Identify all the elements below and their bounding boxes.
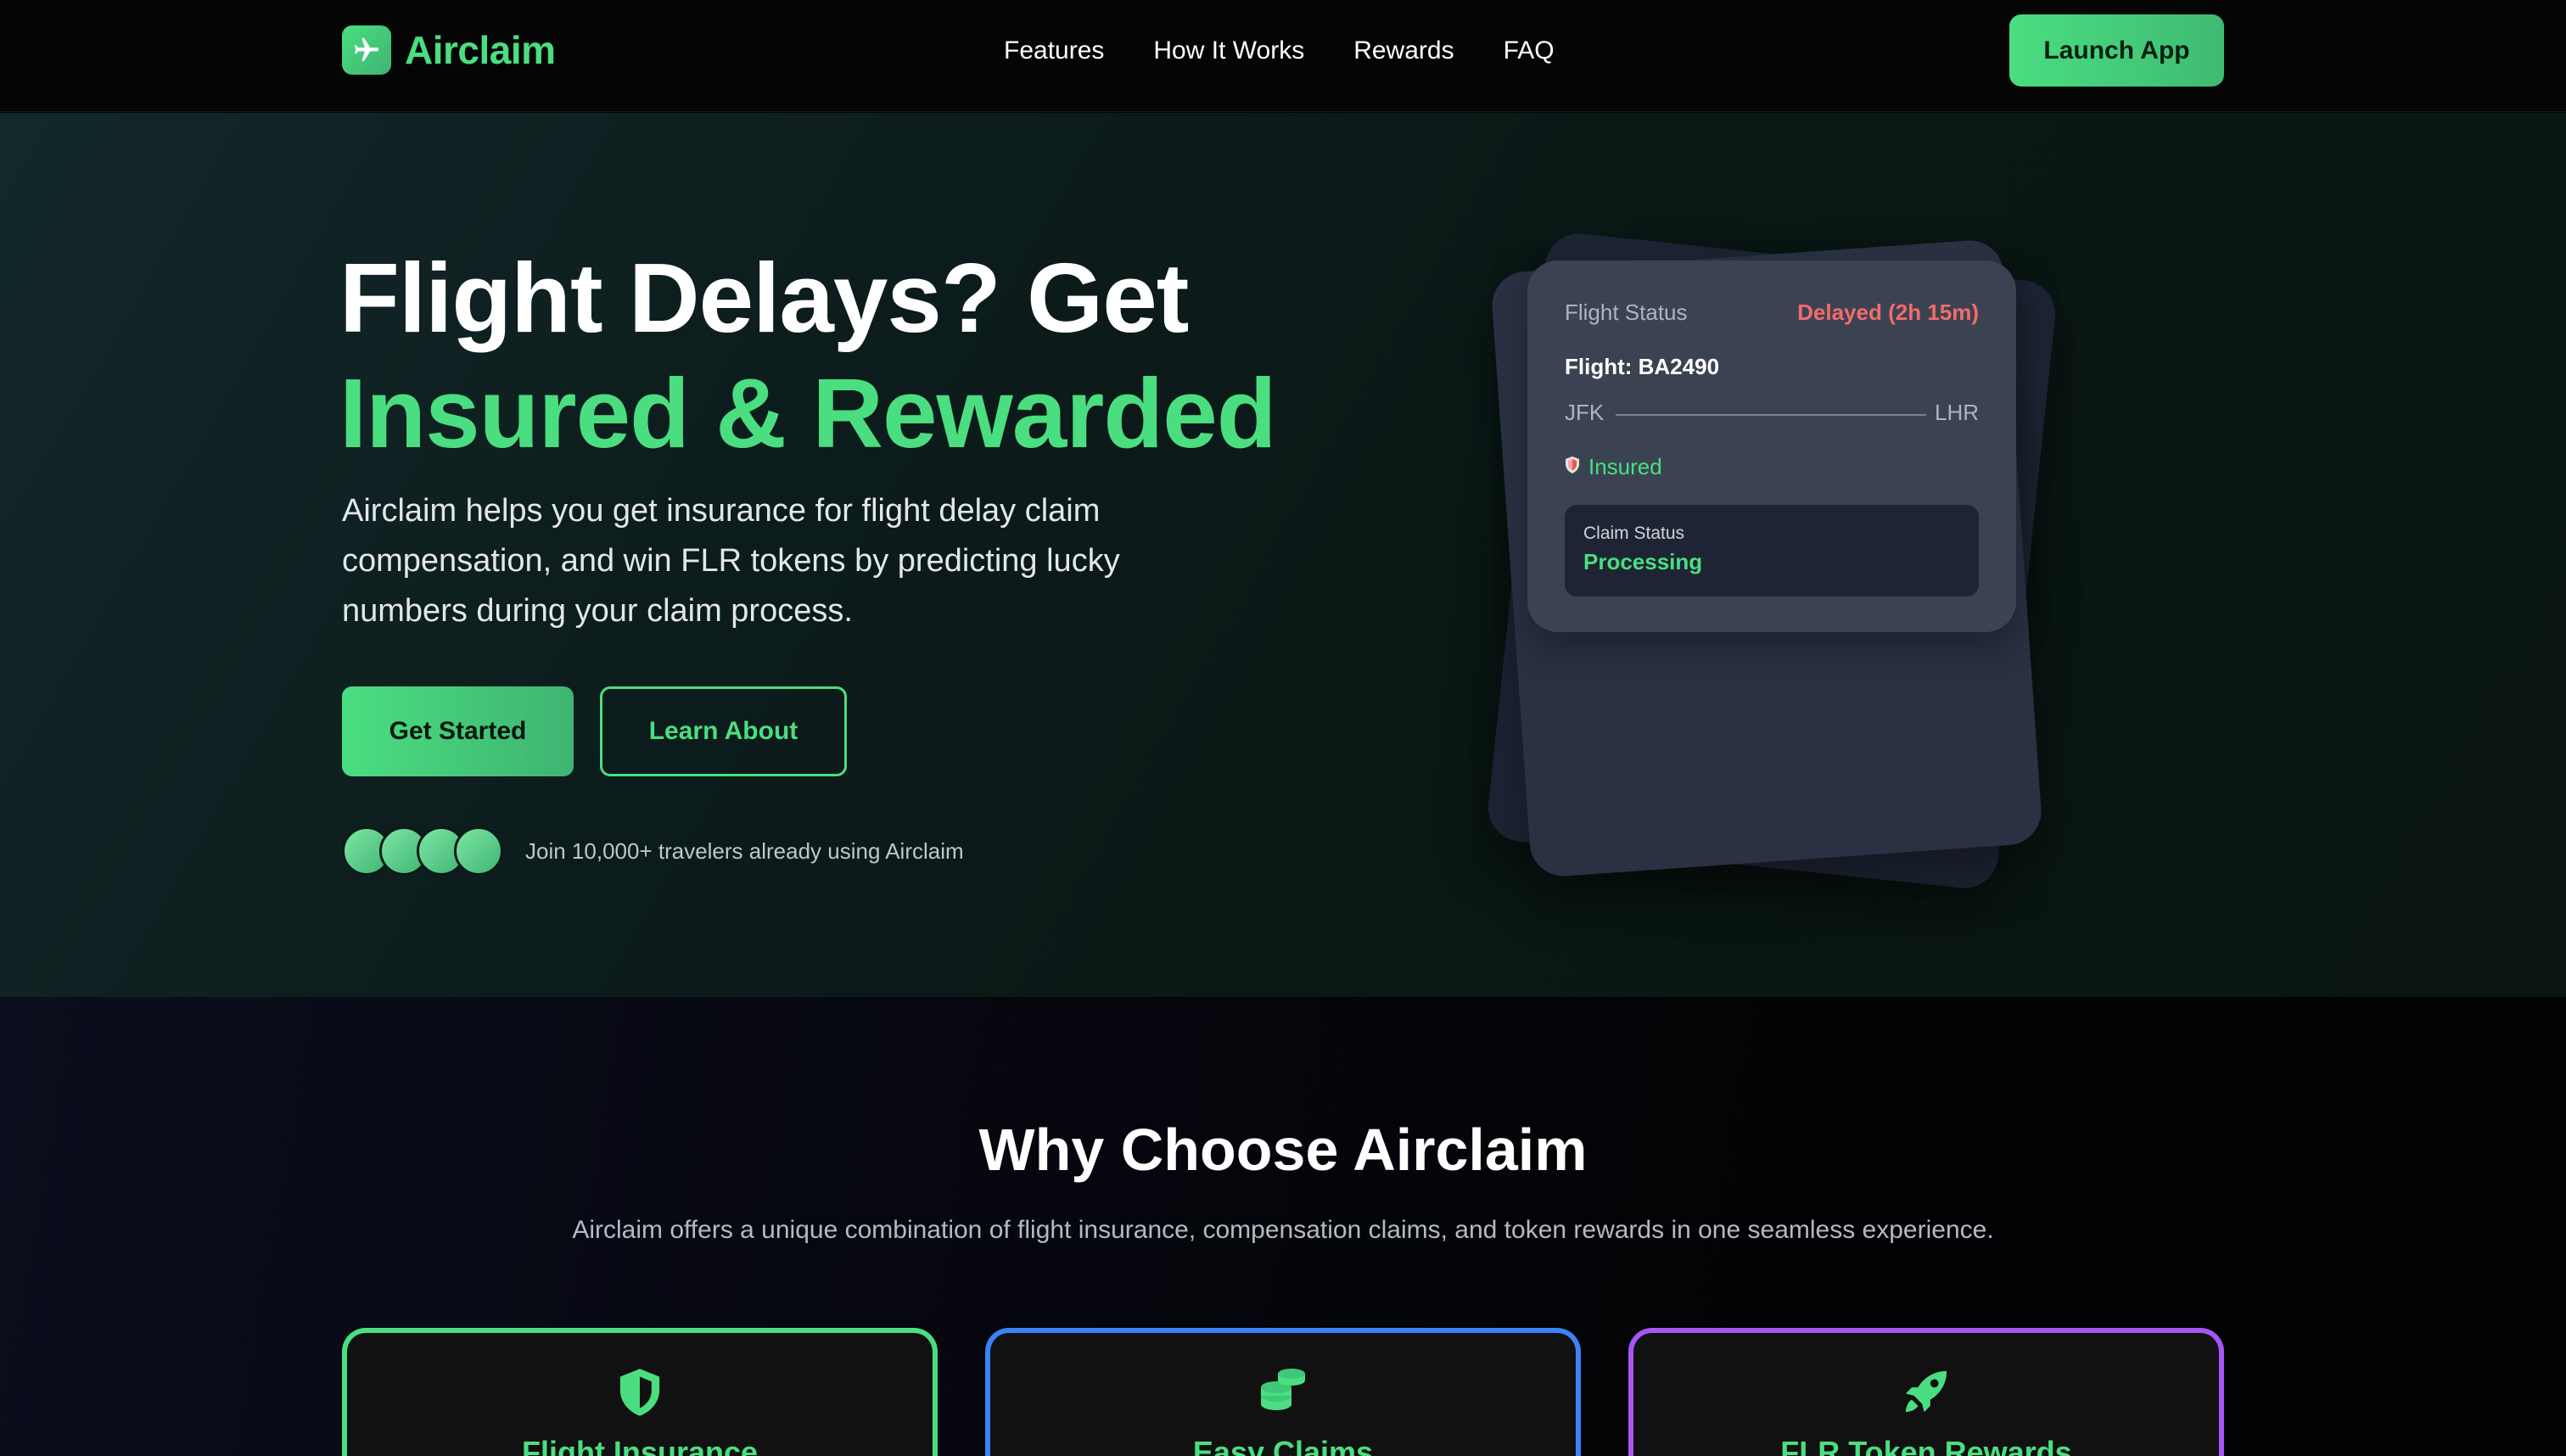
nav-link-faq[interactable]: FAQ [1504,32,1555,70]
feature-card-rewards[interactable]: FLR Token Rewards [1628,1328,2224,1456]
insured-badge: Insured [1565,454,1662,480]
learn-about-button[interactable]: Learn About [600,686,847,776]
feature-name: Easy Claims [1192,1435,1374,1456]
brand-name: Airclaim [405,28,556,72]
feature-name: Flight Insurance [521,1435,759,1456]
nav-link-how-it-works[interactable]: How It Works [1153,32,1304,70]
hero-title-line1: Flight Delays? Get [339,243,1189,353]
features-subtitle: Airclaim offers a unique combination of … [572,1216,1994,1244]
feature-card-claims[interactable]: Easy Claims [985,1328,1581,1456]
feature-card-insurance[interactable]: Flight Insurance [342,1328,938,1456]
nav-link-rewards[interactable]: Rewards [1353,32,1454,70]
claim-status-box: Claim Status Processing [1565,505,1979,596]
destination-airport: LHR [1934,400,1979,425]
social-proof-text: Join 10,000+ travelers already using Air… [525,838,964,864]
plane-icon [342,25,391,75]
route-line [1616,414,1926,416]
launch-app-button[interactable]: Launch App [2009,14,2224,87]
top-navbar: Airclaim Features How It Works Rewards F… [0,0,2566,112]
flight-number: Flight: BA2490 [1565,354,1720,379]
insured-label: Insured [1588,454,1662,479]
features-section: Why Choose Airclaim Airclaim offers a un… [0,997,2566,1456]
avatar [454,826,503,876]
coins-icon [990,1367,1576,1414]
flight-status-card: Flight Status Delayed (2h 15m) Flight: B… [1527,260,2016,632]
origin-airport: JFK [1565,400,1605,425]
claim-status-label: Claim Status [1583,524,1685,543]
hero-title: Flight Delays? Get Insured & Rewarded [339,240,1358,471]
hero-title-line2: Insured & Rewarded [339,358,1277,468]
rocket-icon [1633,1367,2219,1416]
feature-name: FLR Token Rewards [1780,1435,2072,1456]
nav-links: Features How It Works Rewards FAQ [1004,32,1604,70]
delay-status: Delayed (2h 15m) [1797,300,1979,325]
brand-logo[interactable]: Airclaim [342,25,556,75]
flight-status-label: Flight Status [1565,300,1688,325]
claim-status-value: Processing [1583,549,1703,574]
get-started-button[interactable]: Get Started [342,686,574,776]
shield-icon [347,1367,933,1418]
features-title: Why Choose Airclaim [978,1117,1588,1183]
nav-link-features[interactable]: Features [1004,32,1104,70]
hero-section: Flight Delays? Get Insured & Rewarded Ai… [0,113,2566,997]
hero-description: Airclaim helps you get insurance for fli… [342,493,1120,629]
shield-icon [1565,456,1580,479]
avatar-group [342,826,503,876]
